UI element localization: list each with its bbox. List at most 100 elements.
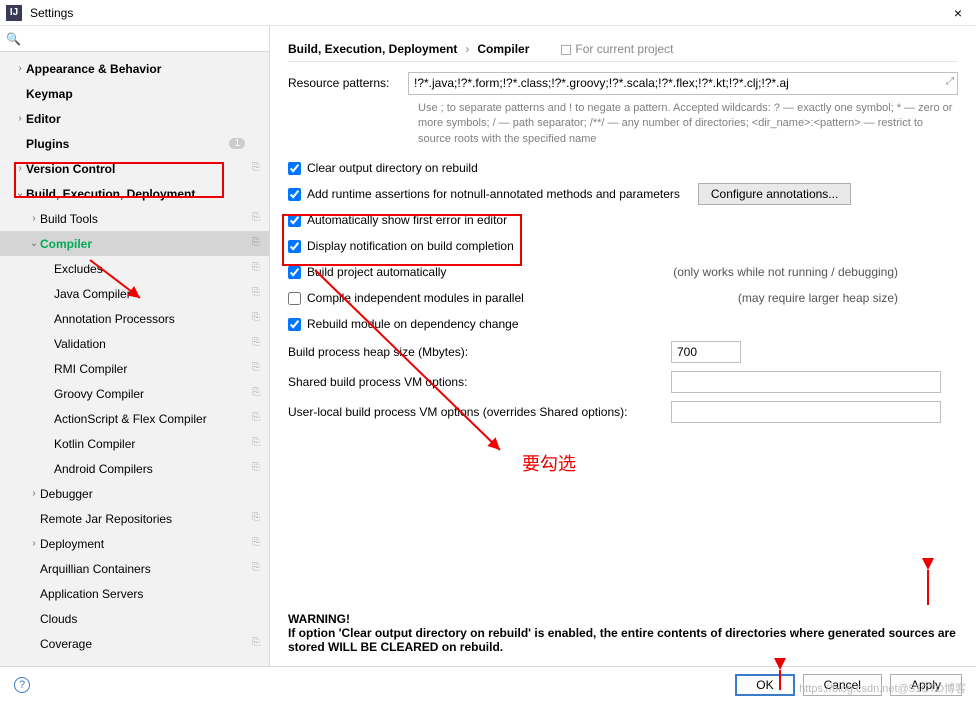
tree-item-label: Remote Jar Repositories [40, 512, 249, 526]
chevron-icon: › [28, 213, 40, 224]
scope-label: For current project [561, 42, 673, 56]
project-scope-icon [249, 62, 263, 76]
project-scope-icon [249, 187, 263, 201]
tree-item-label: Android Compilers [54, 462, 249, 476]
chevron-icon: › [28, 538, 40, 549]
tree-item-label: Appearance & Behavior [26, 62, 249, 76]
tree-item-build-tools[interactable]: ›Build Tools⎘ [0, 206, 269, 231]
user-vm-label: User-local build process VM options (ove… [288, 405, 663, 419]
tree-item-coverage[interactable]: Coverage⎘ [0, 631, 269, 656]
tree-item-label: Deployment [40, 537, 249, 551]
first-error-checkbox[interactable] [288, 214, 301, 227]
shared-vm-label: Shared build process VM options: [288, 375, 663, 389]
heap-size-label: Build process heap size (Mbytes): [288, 345, 663, 359]
tree-item-label: Debugger [40, 487, 249, 501]
tree-item-label: Arquillian Containers [40, 562, 249, 576]
project-scope-icon: ⎘ [249, 512, 263, 526]
tree-item-kotlin-compiler[interactable]: Kotlin Compiler⎘ [0, 431, 269, 456]
tree-item-application-servers[interactable]: Application Servers [0, 581, 269, 606]
tree-item-label: Coverage [40, 637, 249, 651]
tree-item-label: Excludes [54, 262, 249, 276]
breadcrumb-part[interactable]: Compiler [477, 42, 529, 56]
tree-item-label: Application Servers [40, 587, 249, 601]
heap-size-input[interactable] [671, 341, 741, 363]
project-scope-icon: ⎘ [249, 262, 263, 276]
tree-item-deployment[interactable]: ›Deployment⎘ [0, 531, 269, 556]
tree-item-arquillian-containers[interactable]: Arquillian Containers⎘ [0, 556, 269, 581]
user-vm-input[interactable] [671, 401, 941, 423]
tree-item-version-control[interactable]: ›Version Control⎘ [0, 156, 269, 181]
apply-button[interactable]: Apply [890, 674, 962, 696]
breadcrumb: Build, Execution, Deployment › Compiler … [288, 36, 958, 62]
dialog-footer: ? OK Cancel Apply [0, 666, 976, 702]
settings-tree[interactable]: ›Appearance & BehaviorKeymap›EditorPlugi… [0, 52, 269, 666]
search-icon: 🔍 [6, 32, 21, 46]
project-scope-icon: ⎘ [249, 412, 263, 426]
tree-item-rmi-compiler[interactable]: RMI Compiler⎘ [0, 356, 269, 381]
build-automatically-label: Build project automatically [307, 265, 446, 279]
breadcrumb-part[interactable]: Build, Execution, Deployment [288, 42, 457, 56]
compile-parallel-checkbox[interactable] [288, 292, 301, 305]
help-button[interactable]: ? [14, 677, 30, 693]
project-scope-icon: ⎘ [249, 537, 263, 551]
clear-output-checkbox[interactable] [288, 162, 301, 175]
shared-vm-input[interactable] [671, 371, 941, 393]
tree-item-label: Kotlin Compiler [54, 437, 249, 451]
tree-item-build-execution-deployment[interactable]: ⌄Build, Execution, Deployment [0, 181, 269, 206]
tree-item-label: Version Control [26, 162, 249, 176]
tree-item-groovy-compiler[interactable]: Groovy Compiler⎘ [0, 381, 269, 406]
project-scope-icon [561, 45, 571, 55]
tree-item-validation[interactable]: Validation⎘ [0, 331, 269, 356]
app-icon: IJ [6, 5, 22, 21]
tree-item-appearance-behavior[interactable]: ›Appearance & Behavior [0, 56, 269, 81]
title-bar: IJ Settings × [0, 0, 976, 26]
runtime-assertions-checkbox[interactable] [288, 188, 301, 201]
tree-item-actionscript-flex-compiler[interactable]: ActionScript & Flex Compiler⎘ [0, 406, 269, 431]
project-scope-icon: ⎘ [249, 387, 263, 401]
project-scope-icon [249, 112, 263, 126]
tree-item-label: Plugins [26, 137, 229, 151]
tree-item-remote-jar-repositories[interactable]: Remote Jar Repositories⎘ [0, 506, 269, 531]
tree-item-android-compilers[interactable]: Android Compilers⎘ [0, 456, 269, 481]
tree-item-annotation-processors[interactable]: Annotation Processors⎘ [0, 306, 269, 331]
tree-item-label: Annotation Processors [54, 312, 249, 326]
resource-patterns-label: Resource patterns: [288, 72, 408, 90]
tree-item-label: Java Compiler [54, 287, 249, 301]
build-automatically-note: (only works while not running / debuggin… [673, 265, 898, 279]
configure-annotations-button[interactable]: Configure annotations... [698, 183, 851, 205]
cancel-button[interactable]: Cancel [803, 674, 882, 696]
close-button[interactable]: × [946, 5, 970, 21]
tree-item-compiler[interactable]: ⌄Compiler⎘ [0, 231, 269, 256]
tree-item-java-compiler[interactable]: Java Compiler⎘ [0, 281, 269, 306]
tree-item-keymap[interactable]: Keymap [0, 81, 269, 106]
rebuild-dependency-checkbox[interactable] [288, 318, 301, 331]
display-notification-checkbox[interactable] [288, 240, 301, 253]
build-automatically-checkbox[interactable] [288, 266, 301, 279]
tree-item-debugger[interactable]: ›Debugger [0, 481, 269, 506]
search-input[interactable] [25, 32, 263, 46]
badge: 1 [229, 138, 245, 149]
ok-button[interactable]: OK [735, 674, 794, 696]
project-scope-icon: ⎘ [249, 362, 263, 376]
resource-patterns-input[interactable]: !?*.java;!?*.form;!?*.class;!?*.groovy;!… [408, 72, 958, 95]
project-scope-icon: ⎘ [249, 237, 263, 251]
settings-content: Build, Execution, Deployment › Compiler … [270, 26, 976, 666]
project-scope-icon [249, 612, 263, 626]
chevron-right-icon: › [465, 42, 469, 56]
tree-item-label: Validation [54, 337, 249, 351]
expand-icon[interactable]: ⤢ [946, 76, 954, 87]
tree-item-plugins[interactable]: Plugins1 [0, 131, 269, 156]
tree-item-editor[interactable]: ›Editor [0, 106, 269, 131]
tree-item-excludes[interactable]: Excludes⎘ [0, 256, 269, 281]
project-scope-icon [249, 587, 263, 601]
project-scope-icon: ⎘ [249, 462, 263, 476]
rebuild-dependency-label: Rebuild module on dependency change [307, 317, 519, 331]
project-scope-icon: ⎘ [249, 162, 263, 176]
chevron-icon: ⌄ [14, 188, 26, 199]
project-scope-icon: ⎘ [249, 287, 263, 301]
tree-item-label: ActionScript & Flex Compiler [54, 412, 249, 426]
tree-item-clouds[interactable]: Clouds [0, 606, 269, 631]
window-title: Settings [30, 6, 946, 20]
search-bar[interactable]: 🔍 [0, 26, 269, 52]
tree-item-label: Build, Execution, Deployment [26, 187, 249, 201]
